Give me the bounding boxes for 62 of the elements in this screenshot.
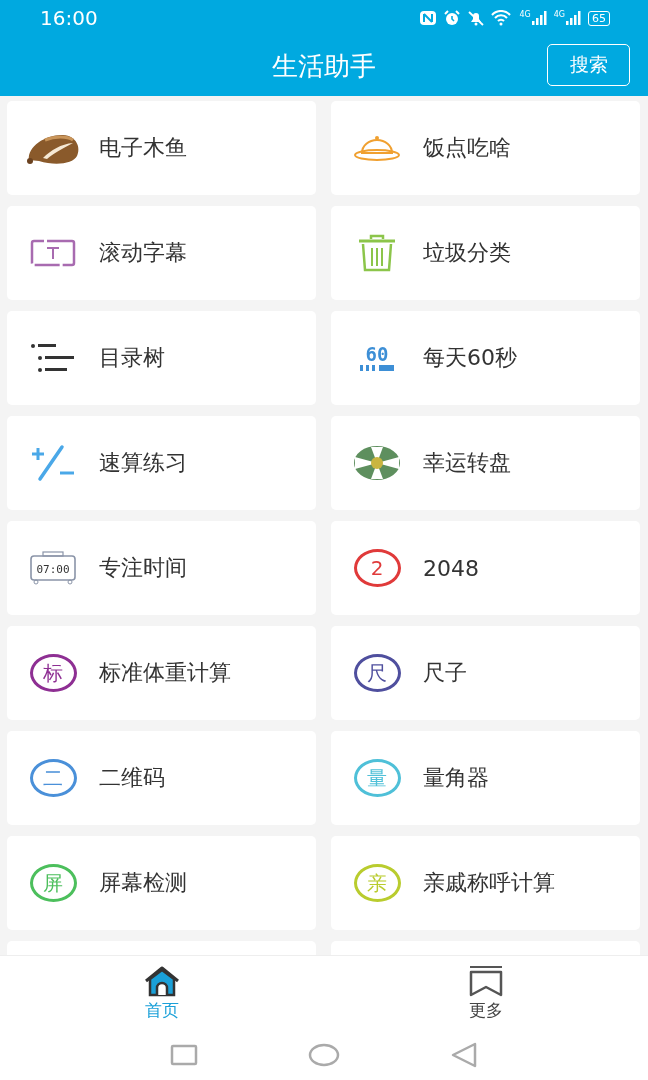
circle-badge: 量 — [353, 759, 401, 797]
tool-label: 尺子 — [423, 659, 467, 687]
tool-card[interactable]: 目录树 — [7, 311, 316, 405]
circle-badge: 亲 — [353, 864, 401, 902]
tool-label: 每天60秒 — [423, 344, 517, 372]
battery-icon: 65 — [588, 10, 610, 26]
food-cover-icon — [352, 133, 402, 163]
mute-icon — [467, 10, 486, 26]
tool-label: 亲戚称呼计算 — [423, 869, 555, 897]
tool-label: 2048 — [423, 555, 479, 581]
tool-card[interactable]: 亲 亲戚称呼计算 — [331, 836, 640, 930]
nfc-icon — [419, 10, 438, 26]
tool-label: 专注时间 — [99, 554, 187, 582]
list-icon — [30, 343, 76, 373]
recent-apps-icon[interactable] — [170, 1044, 198, 1067]
alarm-icon — [443, 10, 462, 26]
tool-card[interactable]: 幸运转盘 — [331, 416, 640, 510]
tool-label: 屏幕检测 — [99, 869, 187, 897]
tool-card[interactable]: 2 2048 — [331, 521, 640, 615]
tool-card[interactable]: 滚动字幕 — [7, 206, 316, 300]
tool-label: 垃圾分类 — [423, 239, 511, 267]
app-title: 生活助手 — [272, 49, 376, 83]
tool-label: 速算练习 — [99, 449, 187, 477]
network-label: 4G — [519, 11, 531, 19]
circle-badge: 尺 — [353, 654, 401, 692]
tool-label: 二维码 — [99, 764, 165, 792]
tool-label: 幸运转盘 — [423, 449, 511, 477]
circle-badge: 2 — [353, 549, 401, 587]
trash-icon — [357, 234, 397, 272]
tool-card[interactable]: 60 每天60秒 — [331, 311, 640, 405]
tool-label: 量角器 — [423, 764, 489, 792]
wifi-icon — [491, 10, 514, 26]
tool-card[interactable]: 速算练习 — [7, 416, 316, 510]
tool-label: 滚动字幕 — [99, 239, 187, 267]
plus-minus-icon — [30, 444, 76, 482]
signal-icon — [531, 11, 548, 25]
tool-card[interactable]: 屏 屏幕检测 — [7, 836, 316, 930]
tool-label: 电子木鱼 — [99, 134, 187, 162]
home-icon — [142, 964, 182, 997]
tool-card[interactable]: 电子木鱼 — [7, 101, 316, 195]
tool-label: 饭点吃啥 — [423, 134, 511, 162]
tool-card[interactable]: 07:00 专注时间 — [7, 521, 316, 615]
bookmark-icon — [468, 964, 504, 997]
wheel-icon — [353, 445, 401, 481]
circle-badge: 二 — [29, 759, 77, 797]
tool-card[interactable]: 尺 尺子 — [331, 626, 640, 720]
tool-label: 标准体重计算 — [99, 659, 231, 687]
back-icon[interactable] — [450, 1042, 478, 1069]
tool-label: 目录树 — [99, 344, 165, 372]
status-time: 16:00 — [40, 6, 98, 30]
home-icon[interactable] — [308, 1043, 340, 1068]
signal-icon — [566, 11, 582, 25]
nav-tab[interactable]: 更多 — [324, 955, 648, 1031]
network-label: 4G — [553, 11, 565, 19]
tool-card[interactable]: 垃圾分类 — [331, 206, 640, 300]
text-frame-icon — [30, 239, 76, 267]
circle-badge: 屏 — [29, 864, 77, 902]
tool-card[interactable]: 饭点吃啥 — [331, 101, 640, 195]
tool-card[interactable]: 量 量角器 — [331, 731, 640, 825]
tool-card[interactable]: 标 标准体重计算 — [7, 626, 316, 720]
tool-card[interactable]: 二 二维码 — [7, 731, 316, 825]
circle-badge: 标 — [29, 654, 77, 692]
